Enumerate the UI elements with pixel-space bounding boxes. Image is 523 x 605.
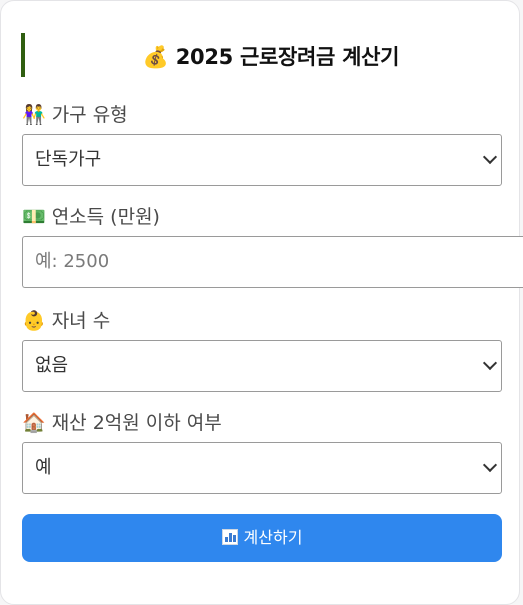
annual-income-input[interactable]: 예: 2500 xyxy=(22,236,523,288)
chevron-down-icon xyxy=(482,149,498,165)
chevron-down-icon xyxy=(482,457,498,473)
children-label: 👶 자녀 수 xyxy=(22,310,111,332)
household-type-label: 👫 가구 유형 xyxy=(22,104,128,126)
children-select[interactable]: 없음 xyxy=(22,340,502,392)
household-type-select[interactable]: 단독가구 xyxy=(22,134,502,186)
page-title: 💰 2025 근로장려금 계산기 xyxy=(142,45,400,69)
bar-chart-icon xyxy=(221,529,238,545)
children-value: 없음 xyxy=(35,355,69,376)
calculate-button[interactable]: 계산하기 xyxy=(22,514,502,562)
assets-select[interactable]: 예 xyxy=(22,442,502,494)
calculator-card: 💰 2025 근로장려금 계산기 👫 가구 유형 단독가구 💵 연소득 (만원)… xyxy=(0,0,523,605)
chevron-down-icon xyxy=(482,355,498,371)
household-type-value: 단독가구 xyxy=(35,149,102,170)
annual-income-placeholder: 예: 2500 xyxy=(35,251,110,272)
assets-label: 🏠 재산 2억원 이하 여부 xyxy=(22,412,222,434)
calculate-button-label: 계산하기 xyxy=(243,528,303,547)
annual-income-label: 💵 연소득 (만원) xyxy=(22,206,160,228)
assets-value: 예 xyxy=(35,457,52,478)
